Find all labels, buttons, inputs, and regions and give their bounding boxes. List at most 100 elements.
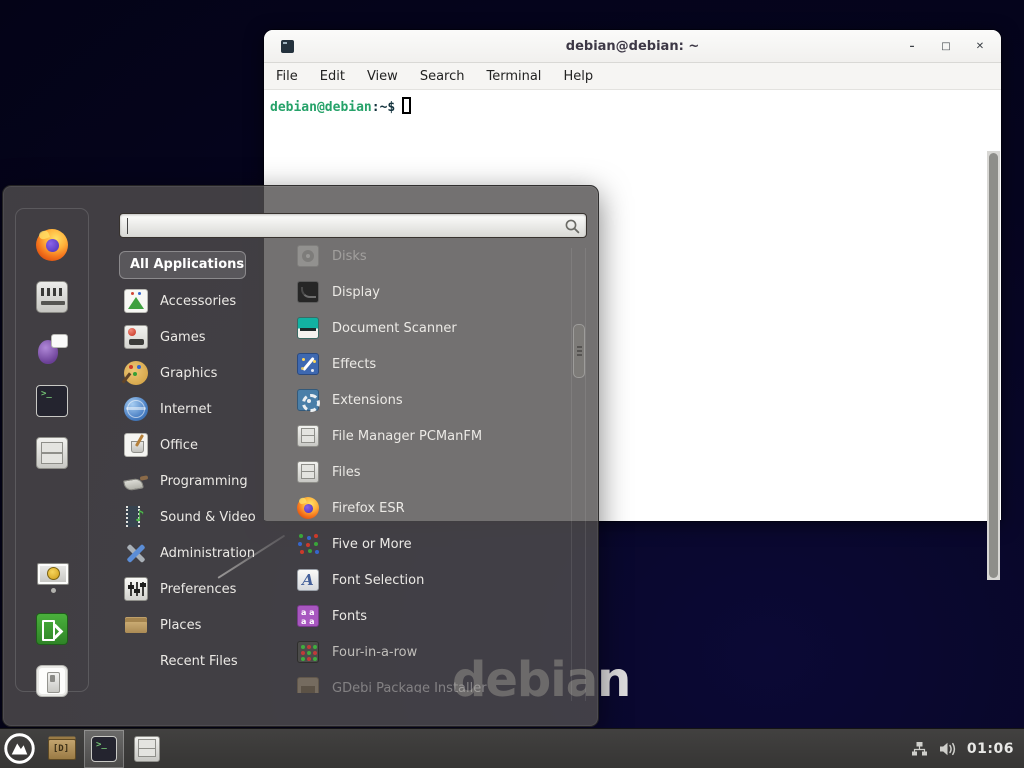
pidgin-icon (36, 333, 68, 365)
app-label: Effects (332, 357, 376, 372)
firefox-icon (297, 497, 319, 519)
all-applications-button[interactable]: All Applications (119, 251, 246, 279)
five-or-more-icon (297, 533, 319, 555)
app-item-five-or-more[interactable]: Five or More (283, 526, 571, 562)
app-item-fonts[interactable]: Fonts (283, 598, 571, 634)
menu-button[interactable] (0, 730, 38, 768)
maximize-button[interactable]: □ (939, 40, 953, 54)
category-label: Places (160, 618, 201, 633)
app-item-disks[interactable]: Disks (283, 238, 571, 274)
logout-icon (36, 613, 68, 645)
four-in-a-row-icon (297, 641, 319, 663)
terminal-favorite[interactable] (35, 385, 69, 417)
app-label: Display (332, 285, 380, 300)
app-label: Extensions (332, 393, 403, 408)
category-label: Internet (160, 402, 212, 417)
logout-favorite[interactable] (35, 613, 69, 645)
display-icon (297, 281, 319, 303)
firefox-icon (36, 229, 68, 261)
category-label: Office (160, 438, 198, 453)
category-item-places[interactable]: Places (119, 607, 281, 643)
terminal-icon (36, 385, 68, 417)
administration-icon (124, 541, 148, 565)
file-cabinet-favorite[interactable] (35, 437, 69, 469)
app-list: Disks Display Document Scanner Effects Exten… (283, 238, 571, 693)
effects-icon (297, 353, 319, 375)
network-icon[interactable] (911, 741, 929, 757)
search-caret (127, 218, 128, 234)
font-selection-icon (297, 569, 319, 591)
category-item-programming[interactable]: Programming (119, 463, 281, 499)
category-item-accessories[interactable]: Accessories (119, 283, 281, 319)
taskbar-button-terminal-window[interactable] (84, 730, 124, 768)
category-label: Administration (160, 546, 255, 561)
menu-item-view[interactable]: View (367, 69, 398, 84)
category-item-sound-video[interactable]: Sound & Video (119, 499, 281, 535)
firefox-favorite[interactable] (35, 229, 69, 261)
app-item-document-scanner[interactable]: Document Scanner (283, 310, 571, 346)
category-label: Games (160, 330, 205, 345)
debian-menu-icon (3, 732, 36, 765)
category-label: Graphics (160, 366, 217, 381)
app-item-files[interactable]: Files (283, 454, 571, 490)
games-icon (124, 325, 148, 349)
document-scanner-icon (297, 317, 319, 339)
programming-icon (124, 469, 148, 493)
office-icon (124, 433, 148, 457)
menu-item-edit[interactable]: Edit (320, 69, 345, 84)
search-input[interactable] (120, 214, 586, 237)
app-list-scrollbar-thumb[interactable] (573, 324, 585, 378)
prompt-path: :~$ (372, 100, 395, 115)
lock-screen-icon (36, 561, 68, 593)
search-icon (564, 218, 581, 235)
terminal-scrollbar-thumb[interactable] (989, 153, 998, 578)
menu-item-search[interactable]: Search (420, 69, 465, 84)
category-item-internet[interactable]: Internet (119, 391, 281, 427)
category-item-games[interactable]: Games (119, 319, 281, 355)
file-cabinet-icon (297, 425, 319, 447)
sound-video-icon (124, 505, 148, 529)
mixer-icon (36, 281, 68, 313)
lock-screen-favorite[interactable] (35, 561, 69, 593)
application-menu: All Applications Accessories Games Graphic… (2, 185, 599, 727)
category-item-recent-files[interactable]: Recent Files (119, 643, 281, 679)
category-item-preferences[interactable]: Preferences (119, 571, 281, 607)
app-label: Fonts (332, 609, 367, 624)
app-item-file-manager-pcmanfm[interactable]: File Manager PCManFM (283, 418, 571, 454)
system-tray: 01:06 (911, 729, 1024, 768)
menu-item-file[interactable]: File (276, 69, 298, 84)
folder-d-icon (48, 736, 74, 762)
menu-item-help[interactable]: Help (563, 69, 593, 84)
category-item-graphics[interactable]: Graphics (119, 355, 281, 391)
terminal-titlebar[interactable]: debian@debian: ~ – □ ✕ (264, 30, 1001, 63)
terminal-menubar: File Edit View Search Terminal Help (264, 63, 1001, 90)
disks-icon (297, 245, 319, 267)
prompt-user-host: debian@debian (270, 100, 372, 115)
volume-icon[interactable] (939, 741, 957, 757)
app-list-scrollbar[interactable] (571, 248, 586, 701)
minimize-button[interactable]: – (905, 40, 919, 54)
app-item-effects[interactable]: Effects (283, 346, 571, 382)
close-button[interactable]: ✕ (973, 40, 987, 54)
places-icon (124, 613, 148, 637)
shutdown-favorite[interactable] (35, 665, 69, 697)
app-label: Disks (332, 249, 367, 264)
menu-item-terminal[interactable]: Terminal (486, 69, 541, 84)
taskbar-button-file-manager-window[interactable] (41, 730, 81, 768)
app-item-extensions[interactable]: Extensions (283, 382, 571, 418)
mixer-favorite[interactable] (35, 281, 69, 313)
preferences-icon (124, 577, 148, 601)
app-item-four-in-a-row[interactable]: Four-in-a-row (283, 634, 571, 670)
app-item-font-selection[interactable]: Font Selection (283, 562, 571, 598)
taskbar-button-files-window[interactable] (127, 730, 167, 768)
app-item-firefox-esr[interactable]: Firefox ESR (283, 490, 571, 526)
fonts-icon (297, 605, 319, 627)
accessories-icon (124, 289, 148, 313)
app-label: Firefox ESR (332, 501, 405, 516)
app-item-display[interactable]: Display (283, 274, 571, 310)
terminal-scrollbar[interactable] (987, 151, 1000, 580)
app-label: Four-in-a-row (332, 645, 417, 660)
app-item-gdebi-package-installer[interactable]: GDebi Package Installer (283, 670, 571, 693)
pidgin-favorite[interactable] (35, 333, 69, 365)
category-item-office[interactable]: Office (119, 427, 281, 463)
